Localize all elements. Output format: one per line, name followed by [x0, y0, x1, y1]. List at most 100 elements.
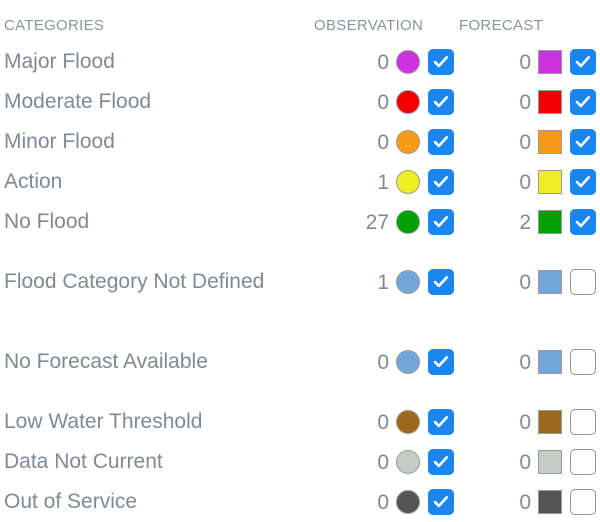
observation-visibility-checkbox[interactable]: [428, 349, 454, 375]
forecast-cell: 0: [454, 349, 596, 375]
observation-visibility-checkbox[interactable]: [428, 409, 454, 435]
observation-cell: 0: [330, 89, 454, 115]
observation-color-swatch: [396, 490, 420, 514]
observation-count: 0: [377, 450, 389, 474]
legend-row: Action 1 0: [0, 162, 600, 202]
forecast-color-swatch: [538, 170, 562, 194]
legend-row: Flood Category Not Defined 1 0: [0, 242, 600, 322]
category-label: Low Water Threshold: [4, 410, 203, 433]
category-label: Data Not Current: [4, 450, 163, 473]
column-header-forecast: FORECAST: [459, 16, 544, 34]
forecast-visibility-checkbox[interactable]: [570, 209, 596, 235]
observation-cell: 0: [330, 349, 454, 375]
forecast-color-swatch: [538, 490, 562, 514]
observation-cell: 27: [330, 209, 454, 235]
observation-color-swatch: [396, 170, 420, 194]
forecast-cell: 0: [454, 409, 596, 435]
observation-cell: 0: [330, 449, 454, 475]
forecast-count: 0: [519, 130, 531, 154]
observation-visibility-checkbox[interactable]: [428, 89, 454, 115]
forecast-color-swatch: [538, 450, 562, 474]
forecast-color-swatch: [538, 130, 562, 154]
observation-visibility-checkbox[interactable]: [428, 129, 454, 155]
category-label: No Flood: [4, 210, 90, 233]
observation-count: 0: [377, 90, 389, 114]
forecast-count: 0: [519, 270, 531, 294]
observation-count: 0: [377, 350, 389, 374]
legend-row: No Flood 27 2: [0, 202, 600, 242]
observation-count: 27: [365, 210, 389, 234]
forecast-count: 0: [519, 350, 531, 374]
forecast-visibility-checkbox[interactable]: [570, 409, 596, 435]
legend-row: Data Not Current 0 0: [0, 442, 600, 482]
category-label: Out of Service: [4, 490, 138, 513]
observation-count: 0: [377, 130, 389, 154]
observation-color-swatch: [396, 450, 420, 474]
forecast-visibility-checkbox[interactable]: [570, 169, 596, 195]
category-label: Moderate Flood: [4, 90, 152, 113]
forecast-cell: 0: [454, 129, 596, 155]
observation-cell: 1: [330, 269, 454, 295]
forecast-color-swatch: [538, 350, 562, 374]
observation-cell: 0: [330, 49, 454, 75]
forecast-count: 0: [519, 490, 531, 514]
observation-color-swatch: [396, 130, 420, 154]
observation-count: 0: [377, 50, 389, 74]
forecast-visibility-checkbox[interactable]: [570, 489, 596, 515]
forecast-color-swatch: [538, 50, 562, 74]
forecast-visibility-checkbox[interactable]: [570, 349, 596, 375]
forecast-color-swatch: [538, 270, 562, 294]
legend-row: Out of Service 0 0: [0, 482, 600, 522]
category-label: Major Flood: [4, 50, 115, 73]
observation-visibility-checkbox[interactable]: [428, 269, 454, 295]
forecast-visibility-checkbox[interactable]: [570, 129, 596, 155]
legend-row: Moderate Flood 0 0: [0, 82, 600, 122]
forecast-visibility-checkbox[interactable]: [570, 269, 596, 295]
forecast-cell: 2: [454, 209, 596, 235]
forecast-count: 0: [519, 410, 531, 434]
forecast-visibility-checkbox[interactable]: [570, 49, 596, 75]
forecast-count: 0: [519, 50, 531, 74]
forecast-count: 0: [519, 450, 531, 474]
legend-row: No Forecast Available 0 0: [0, 322, 600, 402]
observation-color-swatch: [396, 270, 420, 294]
forecast-cell: 0: [454, 89, 596, 115]
category-label: Minor Flood: [4, 130, 115, 153]
category-label: Action: [4, 170, 63, 193]
column-header-categories: CATEGORIES: [4, 16, 105, 34]
observation-visibility-checkbox[interactable]: [428, 489, 454, 515]
observation-cell: 1: [330, 169, 454, 195]
observation-cell: 0: [330, 409, 454, 435]
observation-visibility-checkbox[interactable]: [428, 169, 454, 195]
forecast-count: 0: [519, 90, 531, 114]
observation-cell: 0: [330, 129, 454, 155]
forecast-cell: 0: [454, 269, 596, 295]
forecast-cell: 0: [454, 49, 596, 75]
observation-color-swatch: [396, 50, 420, 74]
forecast-count: 2: [519, 210, 531, 234]
forecast-visibility-checkbox[interactable]: [570, 449, 596, 475]
observation-count: 0: [377, 410, 389, 434]
forecast-cell: 0: [454, 449, 596, 475]
legend-row: Minor Flood 0 0: [0, 122, 600, 162]
category-label: Flood Category Not Defined: [4, 270, 265, 293]
observation-visibility-checkbox[interactable]: [428, 49, 454, 75]
flood-category-legend-panel: CATEGORIES OBSERVATION FORECAST Major Fl…: [0, 0, 600, 522]
forecast-visibility-checkbox[interactable]: [570, 89, 596, 115]
forecast-color-swatch: [538, 410, 562, 434]
observation-color-swatch: [396, 350, 420, 374]
observation-count: 1: [377, 170, 389, 194]
category-label: No Forecast Available: [4, 350, 208, 373]
observation-color-swatch: [396, 210, 420, 234]
observation-count: 1: [377, 270, 389, 294]
forecast-count: 0: [519, 170, 531, 194]
observation-visibility-checkbox[interactable]: [428, 209, 454, 235]
forecast-cell: 0: [454, 489, 596, 515]
observation-color-swatch: [396, 410, 420, 434]
legend-rows-container: Major Flood 0 0 Moderate Flood 0 0 Minor Flood…: [0, 42, 600, 522]
forecast-color-swatch: [538, 90, 562, 114]
forecast-cell: 0: [454, 169, 596, 195]
legend-row: Major Flood 0 0: [0, 42, 600, 82]
observation-color-swatch: [396, 90, 420, 114]
observation-visibility-checkbox[interactable]: [428, 449, 454, 475]
